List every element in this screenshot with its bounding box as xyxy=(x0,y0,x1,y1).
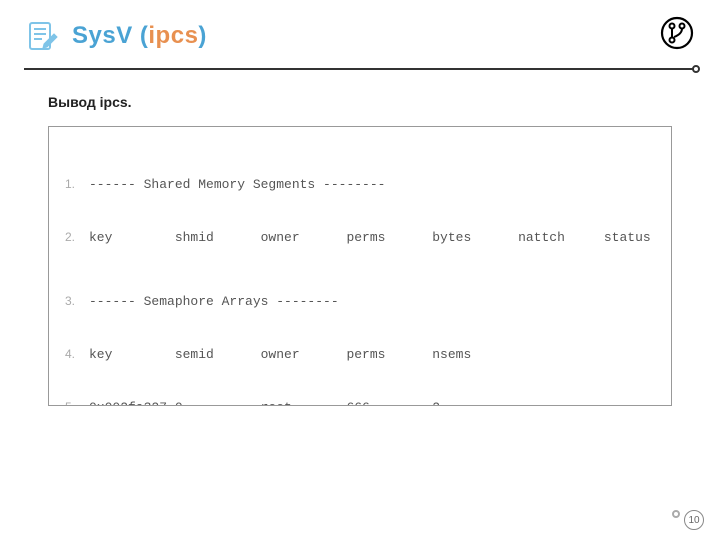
divider xyxy=(24,68,696,70)
title-paren-close: ) xyxy=(198,22,207,49)
code-line: 3. ------ Semaphore Arrays -------- xyxy=(61,293,655,311)
title-part-ipcs: ipcs xyxy=(148,22,198,49)
section-heading: Вывод ipcs. xyxy=(48,94,672,110)
title-part-sysv: SysV xyxy=(72,22,140,49)
git-branch-icon xyxy=(660,16,694,55)
code-line: 1. ------ Shared Memory Segments -------… xyxy=(61,176,655,194)
line-content: key shmid owner perms bytes nattch statu… xyxy=(89,229,655,247)
line-content: ------ Shared Memory Segments -------- xyxy=(89,176,655,194)
line-number: 1. xyxy=(61,176,89,192)
code-line: 5. 0x002fa327 0 root 666 2 xyxy=(61,399,655,406)
code-line: 4. key semid owner perms nsems xyxy=(61,346,655,364)
line-number: 4. xyxy=(61,346,89,362)
footer-connector-dot-icon xyxy=(672,510,680,518)
slide-header: SysV (ipcs) xyxy=(0,0,720,54)
divider-dot-icon xyxy=(692,65,700,73)
line-content: key semid owner perms nsems xyxy=(89,346,655,364)
line-content: ------ Semaphore Arrays -------- xyxy=(89,293,655,311)
line-number: 5. xyxy=(61,399,89,406)
line-number: 2. xyxy=(61,229,89,245)
line-content: 0x002fa327 0 root 666 2 xyxy=(89,399,655,406)
code-line: 2. key shmid owner perms bytes nattch st… xyxy=(61,229,655,247)
edit-icon xyxy=(24,18,60,54)
page-number-badge: 10 xyxy=(684,510,704,530)
code-block: 1. ------ Shared Memory Segments -------… xyxy=(48,126,672,406)
line-number: 3. xyxy=(61,293,89,309)
slide-title: SysV (ipcs) xyxy=(72,22,207,50)
